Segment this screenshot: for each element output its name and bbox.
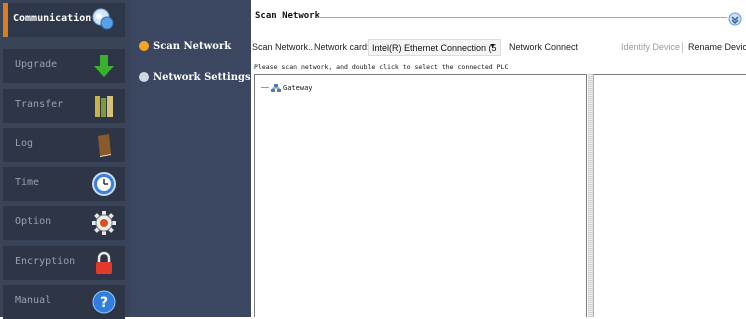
sidebar-item-time[interactable]: Time bbox=[3, 167, 125, 201]
network-icon bbox=[91, 7, 117, 33]
sidebar-item-encryption[interactable]: Encryption bbox=[3, 246, 125, 280]
toolbar-separator bbox=[682, 42, 683, 53]
sidebar-item-label: Transfer bbox=[15, 99, 64, 110]
svg-text:?: ? bbox=[100, 295, 108, 311]
subnav-item-label: Scan Network bbox=[153, 40, 232, 52]
lock-icon bbox=[91, 250, 117, 276]
toolbar: Scan Network.. Network card: Intel(R) Et… bbox=[251, 39, 746, 57]
identify-device-button[interactable]: Identify Device bbox=[621, 42, 680, 52]
sidebar-item-communication[interactable]: Communication bbox=[3, 3, 125, 37]
collapse-icon[interactable] bbox=[728, 11, 742, 30]
network-card-value: Intel(R) Ethernet Connection (5 bbox=[372, 43, 497, 53]
sidebar-item-label: Time bbox=[15, 177, 40, 188]
sidebar-item-transfer[interactable]: Transfer bbox=[3, 89, 125, 123]
sidebar-item-upgrade[interactable]: Upgrade bbox=[3, 49, 125, 83]
network-card-select[interactable]: Intel(R) Ethernet Connection (5 ▼ bbox=[368, 39, 501, 56]
sidebar-item-label: Manual bbox=[15, 295, 52, 306]
main-panel: Scan Network Scan Network.. Network card… bbox=[251, 0, 746, 317]
subnav-item-label: Network Settings bbox=[153, 71, 251, 83]
sidebar-item-label: Upgrade bbox=[15, 59, 58, 70]
active-dot-icon bbox=[139, 41, 149, 51]
download-arrow-icon bbox=[91, 53, 117, 79]
sub-navigation: Scan Network Network Settings bbox=[130, 0, 251, 317]
sidebar-item-option[interactable]: Option bbox=[3, 206, 125, 240]
sidebar-item-label: Encryption bbox=[15, 256, 76, 267]
inactive-dot-icon bbox=[139, 72, 149, 82]
clock-icon bbox=[91, 171, 117, 197]
sidebar-item-manual[interactable]: Manual ? bbox=[3, 285, 125, 319]
gateway-icon bbox=[271, 78, 281, 97]
sidebar-item-label: Option bbox=[15, 216, 52, 227]
scan-hint: Please scan network, and double click to… bbox=[254, 63, 509, 71]
network-connect-button[interactable]: Network Connect bbox=[509, 42, 578, 52]
chevron-down-icon: ▼ bbox=[489, 43, 496, 50]
main-sidebar: Communication Upgrade Transfer Log Time … bbox=[0, 0, 130, 319]
device-tree[interactable]: Gateway bbox=[254, 74, 587, 317]
group-title: Scan Network bbox=[255, 11, 321, 21]
book-icon bbox=[91, 132, 117, 158]
tree-connector bbox=[261, 87, 269, 88]
gear-icon bbox=[91, 210, 117, 236]
sidebar-item-label: Log bbox=[15, 138, 34, 149]
group-divider bbox=[317, 17, 727, 18]
subnav-item-scan-network[interactable]: Scan Network bbox=[139, 38, 231, 54]
tree-node-gateway[interactable]: Gateway bbox=[261, 78, 313, 97]
subnav-item-network-settings[interactable]: Network Settings bbox=[139, 69, 251, 85]
binders-icon bbox=[91, 93, 117, 119]
device-details-panel bbox=[593, 74, 746, 317]
scan-network-button[interactable]: Scan Network.. bbox=[252, 42, 313, 52]
network-card-label: Network card: bbox=[314, 42, 370, 52]
sidebar-item-log[interactable]: Log bbox=[3, 128, 125, 162]
rename-device-button[interactable]: Rename Device bbox=[688, 42, 746, 52]
tree-node-label: Gateway bbox=[283, 83, 313, 92]
sidebar-item-label: Communication bbox=[13, 13, 92, 24]
help-icon: ? bbox=[91, 289, 117, 315]
